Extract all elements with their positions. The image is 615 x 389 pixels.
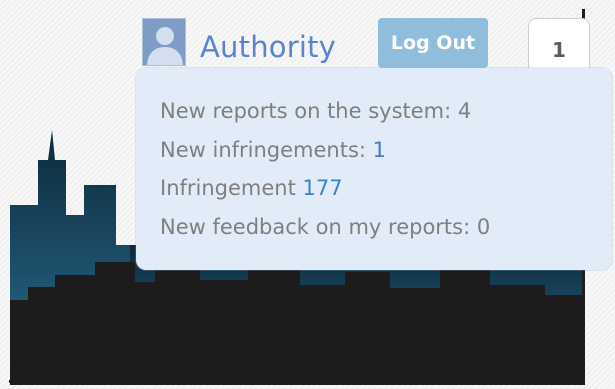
notification-value: 0 <box>476 215 491 239</box>
notification-new-infringements[interactable]: New infringements: 1 <box>160 138 386 162</box>
notification-value: 4 <box>457 99 472 123</box>
notification-new-feedback[interactable]: New feedback on my reports: 0 <box>160 215 490 239</box>
notification-infringement-link[interactable]: Infringement 177 <box>160 176 343 200</box>
notification-link-value[interactable]: 1 <box>373 138 386 162</box>
avatar[interactable] <box>142 18 186 66</box>
notification-label: New reports on the system: <box>160 99 458 123</box>
user-silhouette-icon <box>147 27 183 65</box>
notification-label: New infringements: <box>160 138 373 162</box>
notification-label: New feedback on my reports: <box>160 215 477 239</box>
notification-new-reports[interactable]: New reports on the system: 4 <box>160 99 471 123</box>
notification-count-badge: 1 <box>552 38 566 62</box>
logout-button[interactable]: Log Out <box>378 18 488 68</box>
notification-link-value[interactable]: 177 <box>303 176 343 200</box>
user-name-link[interactable]: Authority <box>200 30 336 64</box>
notification-label: Infringement <box>160 176 303 200</box>
